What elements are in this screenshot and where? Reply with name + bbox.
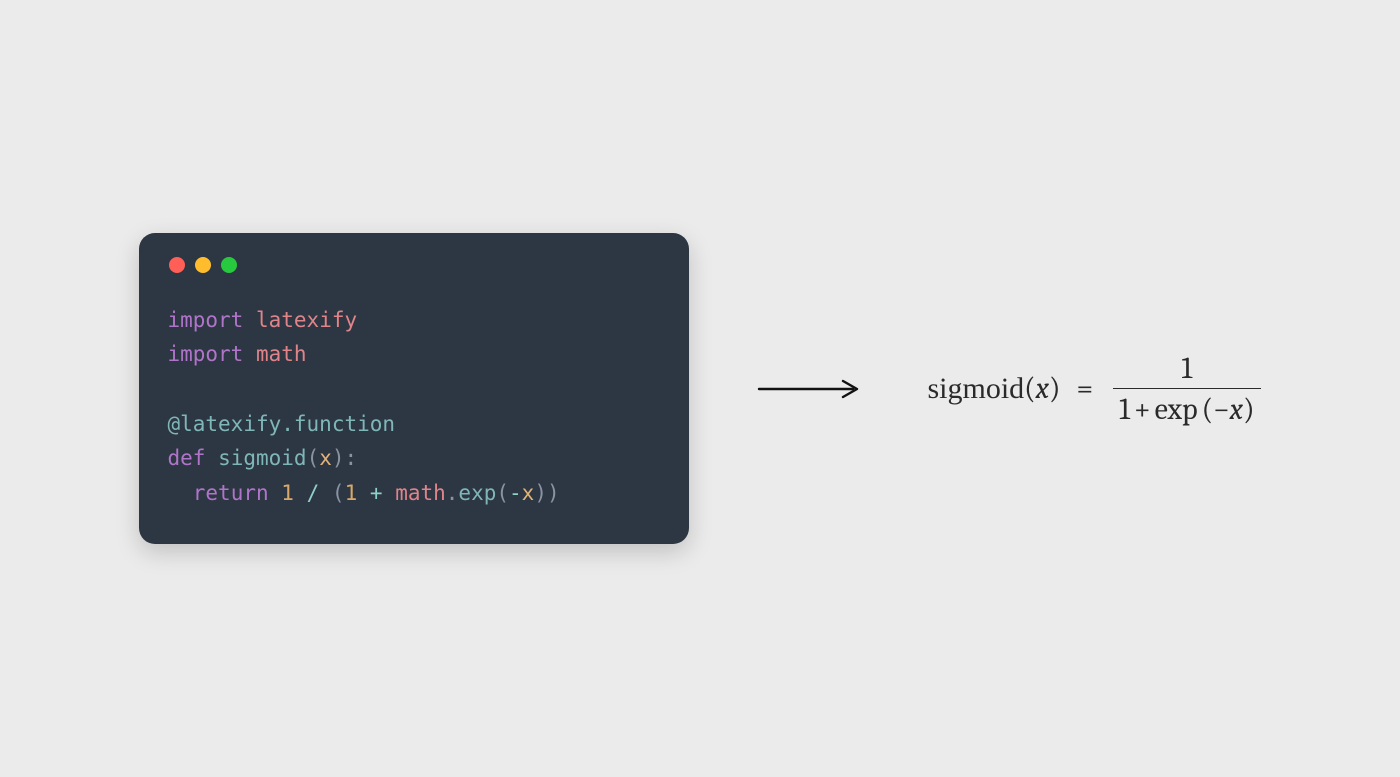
den-var: x (1230, 392, 1243, 427)
literal-one: 1 (345, 481, 358, 505)
paren: ) (547, 481, 560, 505)
func-name: sigmoid (218, 446, 307, 470)
slide-canvas: import latexify import math @latexify.fu… (0, 0, 1400, 777)
den-plus: + (1134, 392, 1151, 427)
arg-x: x (522, 481, 535, 505)
param: x (319, 446, 332, 470)
dot: . (446, 481, 459, 505)
code-window: import latexify import math @latexify.fu… (139, 233, 689, 545)
formula-fn: sigmoid (927, 372, 1024, 405)
paren: ) (1049, 371, 1060, 406)
op-neg: - (509, 481, 522, 505)
formula: sigmoid(x) = 1 1+exp(−x) (927, 352, 1260, 426)
equals-sign: = (1076, 371, 1093, 406)
content-row: import latexify import math @latexify.fu… (139, 233, 1260, 545)
decorator: @latexify.function (167, 412, 395, 436)
kw-import: import (167, 342, 243, 366)
denominator: 1+exp(−x) (1113, 388, 1260, 426)
formula-var: x (1036, 371, 1049, 406)
paren: ( (1024, 371, 1035, 406)
zoom-icon (221, 257, 237, 273)
numerator: 1 (1175, 352, 1198, 388)
literal-one: 1 (281, 481, 294, 505)
op-divide: / (307, 481, 320, 505)
paren: ) (534, 481, 547, 505)
module-name: latexify (256, 308, 357, 332)
paren: ( (1202, 392, 1213, 427)
paren: ( (307, 446, 320, 470)
paren: ) (1243, 392, 1254, 427)
paren: ) (332, 446, 345, 470)
kw-import: import (167, 308, 243, 332)
call-exp: exp (458, 481, 496, 505)
close-icon (169, 257, 185, 273)
colon: : (345, 446, 358, 470)
kw-def: def (167, 446, 205, 470)
fraction: 1 1+exp(−x) (1113, 352, 1260, 426)
obj-math: math (395, 481, 446, 505)
paren: ( (496, 481, 509, 505)
paren: ( (332, 481, 345, 505)
den-exp: exp (1155, 392, 1198, 427)
den-one: 1 (1119, 392, 1130, 427)
kw-return: return (193, 481, 269, 505)
code-block: import latexify import math @latexify.fu… (167, 303, 661, 511)
module-name: math (256, 342, 307, 366)
den-neg: − (1213, 392, 1230, 427)
minimize-icon (195, 257, 211, 273)
op-plus: + (370, 481, 383, 505)
arrow-icon (757, 377, 867, 401)
window-controls (167, 257, 661, 273)
